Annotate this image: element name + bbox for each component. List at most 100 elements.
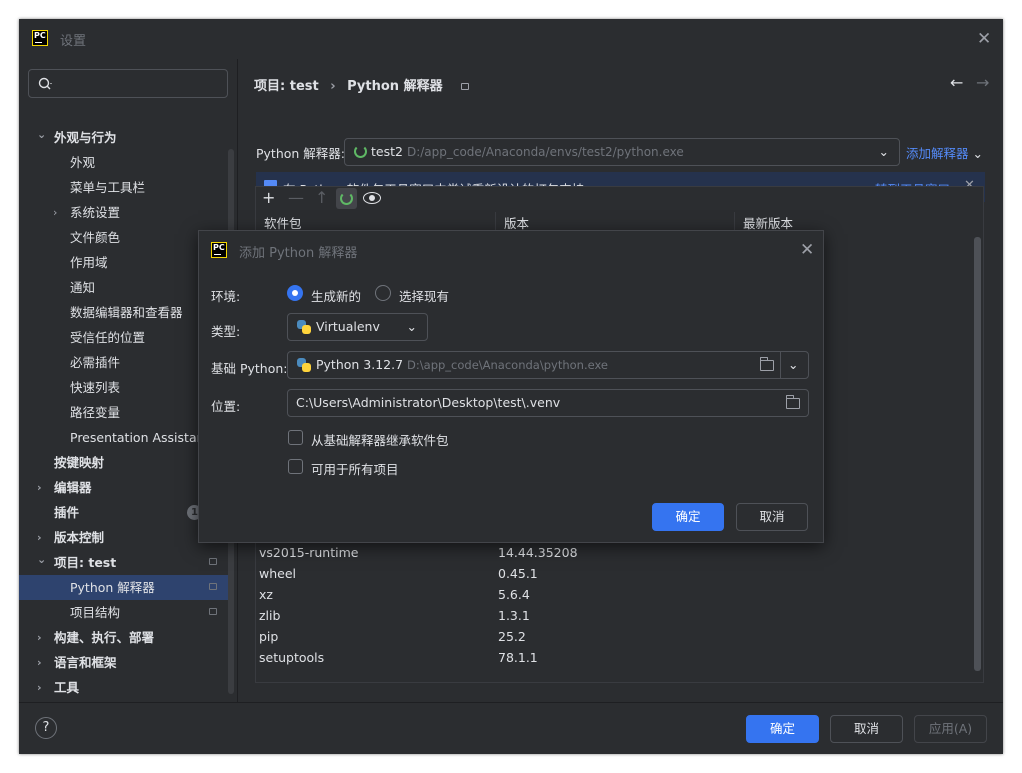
radio-new-label[interactable]: 生成新的 — [311, 286, 361, 305]
interpreter-select[interactable]: test2 D:/app_code/Anaconda/envs/test2/py… — [344, 138, 900, 166]
chevron-right-icon[interactable]: › — [37, 625, 42, 650]
footer-bar: ? 确定 取消 应用(A) — [19, 702, 1003, 754]
type-select[interactable]: Virtualenv ⌄ — [287, 313, 428, 341]
pin-icon — [209, 608, 217, 615]
table-row[interactable]: wheel 0.45.1 — [256, 668, 971, 671]
sidebar-item[interactable]: › 语言和框架 — [19, 650, 229, 675]
package-name: wheel — [259, 668, 296, 671]
sidebar-item-label: Python 解释器 — [70, 580, 155, 595]
radio-existing-label[interactable]: 选择现有 — [399, 286, 449, 305]
sidebar-item-label: 编辑器 — [54, 480, 92, 495]
pin-icon — [209, 558, 217, 565]
sidebar-item-label: 按键映射 — [54, 455, 105, 470]
ok-button[interactable]: 确定 — [746, 715, 819, 743]
folder-icon[interactable] — [759, 357, 774, 371]
dialog-titlebar: PC 添加 Python 解释器 ✕ — [199, 231, 823, 269]
location-input[interactable]: C:\Users\Administrator\Desktop\test\.ven… — [287, 389, 809, 417]
pin-icon — [461, 83, 470, 90]
base-python-path: D:\app_code\Anaconda\python.exe — [407, 358, 609, 372]
cancel-button[interactable]: 取消 — [830, 715, 903, 743]
window-title: 设置 — [60, 34, 87, 49]
environment-label: 环境: — [211, 289, 241, 304]
apply-button[interactable]: 应用(A) — [914, 715, 987, 743]
dialog-title: 添加 Python 解释器 — [239, 246, 358, 261]
all-projects-label[interactable]: 可用于所有项目 — [311, 459, 399, 478]
sidebar-item-label: 快速列表 — [70, 380, 121, 395]
close-icon[interactable]: ✕ — [977, 31, 991, 48]
sidebar-item[interactable]: ⌄ 外观与行为 — [19, 125, 229, 150]
table-scrollbar[interactable] — [974, 237, 981, 671]
sidebar-item-label: 项目结构 — [70, 605, 121, 620]
table-row[interactable]: zlib 1.3.1 — [256, 605, 971, 626]
breadcrumb-project[interactable]: 项目: test — [254, 79, 319, 94]
sidebar-item[interactable]: 菜单与工具栏 — [19, 175, 229, 200]
dialog-close-icon[interactable]: ✕ — [800, 242, 814, 259]
loading-spinner-icon — [354, 145, 367, 158]
sidebar-item-label: 外观与行为 — [54, 130, 117, 145]
chevron-down-icon: ⌄ — [878, 144, 889, 159]
title-bar: PC 设置 ✕ — [19, 19, 1003, 59]
inherit-packages-label[interactable]: 从基础解释器继承软件包 — [311, 430, 449, 449]
base-python-select[interactable]: Python 3.12.7 D:\app_code\Anaconda\pytho… — [287, 351, 809, 379]
sidebar-item[interactable]: › 工具 — [19, 675, 229, 700]
sidebar-item-label: 数据编辑器和查看器 — [70, 305, 183, 320]
sidebar-item-label: 项目: test — [54, 555, 117, 570]
base-python-value: Python 3.12.7 — [316, 357, 404, 372]
package-version: 78.1.1 — [498, 650, 538, 665]
add-interpreter-link[interactable]: 添加解释器 ⌄ — [906, 143, 983, 162]
sidebar-item-label: 路径变量 — [70, 405, 121, 420]
add-interpreter-label: 添加解释器 — [906, 146, 969, 161]
add-interpreter-dialog: PC 添加 Python 解释器 ✕ 环境: 生成新的 选择现有 类型: Vir… — [198, 230, 824, 543]
sidebar-item-label: 版本控制 — [54, 530, 105, 545]
breadcrumb-separator: › — [330, 79, 336, 94]
sidebar-item[interactable]: 外观 — [19, 150, 229, 175]
chevron-right-icon[interactable]: › — [37, 675, 42, 700]
table-row[interactable]: setuptools 78.1.1 — [256, 647, 971, 668]
sidebar-item[interactable]: 项目结构 — [19, 600, 229, 625]
chevron-right-icon[interactable]: › — [53, 200, 57, 225]
base-python-label: 基础 Python: — [211, 361, 288, 376]
location-label: 位置: — [211, 399, 241, 414]
package-name: setuptools — [259, 650, 325, 665]
breadcrumb-page: Python 解释器 — [347, 79, 443, 94]
sidebar-item[interactable]: ⌄ 项目: test — [19, 550, 229, 575]
search-icon — [38, 77, 52, 90]
package-version: 14.44.35208 — [498, 545, 578, 560]
chevron-down-icon[interactable]: ⌄ — [37, 547, 46, 572]
sidebar-item-label: 构建、执行、部署 — [54, 630, 155, 645]
sidebar-item[interactable]: › 系统设置 — [19, 200, 229, 225]
sidebar-item-label: 菜单与工具栏 — [70, 180, 146, 195]
sidebar-item[interactable]: › 构建、执行、部署 — [19, 625, 229, 650]
breadcrumb: 项目: test › Python 解释器 — [254, 75, 470, 94]
interpreter-name: test2 — [371, 144, 403, 159]
dialog-ok-button[interactable]: 确定 — [652, 503, 724, 531]
chevron-right-icon[interactable]: › — [37, 475, 42, 500]
dialog-cancel-button[interactable]: 取消 — [736, 503, 808, 531]
python-icon — [297, 320, 311, 334]
radio-existing[interactable] — [375, 285, 391, 301]
chevron-down-icon[interactable]: ⌄ — [788, 352, 798, 378]
back-arrow-icon[interactable]: ← — [950, 73, 963, 92]
sidebar-item-label: 文件颜色 — [70, 230, 121, 245]
forward-arrow-icon[interactable]: → — [976, 73, 989, 92]
folder-icon[interactable] — [785, 395, 800, 409]
sidebar-item[interactable]: Python 解释器 — [19, 575, 229, 600]
chevron-down-icon[interactable]: ⌄ — [37, 122, 46, 147]
inherit-packages-checkbox[interactable] — [288, 430, 303, 445]
interpreter-path: D:/app_code/Anaconda/envs/test2/python.e… — [406, 145, 684, 159]
chevron-right-icon[interactable]: › — [37, 650, 42, 675]
search-input[interactable] — [28, 69, 228, 98]
all-projects-checkbox[interactable] — [288, 459, 303, 474]
package-name: wheel — [259, 566, 296, 581]
radio-new[interactable] — [287, 285, 303, 301]
sidebar-item-label: Presentation Assistant — [70, 430, 210, 445]
table-row[interactable]: vs2015-runtime 14.44.35208 — [256, 542, 971, 563]
help-button[interactable]: ? — [35, 717, 57, 739]
type-label: 类型: — [211, 324, 241, 339]
sidebar-item-label: 系统设置 — [70, 205, 121, 220]
sidebar-item-label: 插件 — [54, 505, 80, 520]
table-row[interactable]: wheel 0.45.1 — [256, 563, 971, 584]
table-row[interactable]: xz 5.6.4 — [256, 584, 971, 605]
table-row[interactable]: pip 25.2 — [256, 626, 971, 647]
chevron-down-icon: ⌄ — [972, 146, 983, 161]
